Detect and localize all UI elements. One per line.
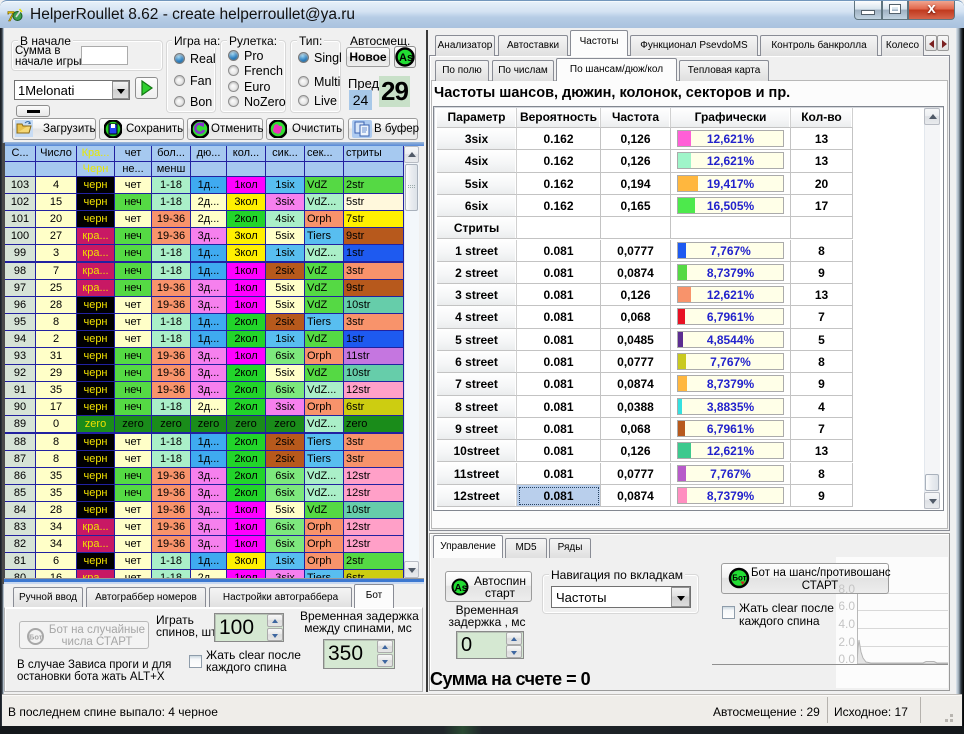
svg-text:As: As [455, 583, 468, 594]
svg-text:Бот: Бот [732, 574, 746, 583]
svg-text:Бот: Бот [29, 633, 43, 642]
